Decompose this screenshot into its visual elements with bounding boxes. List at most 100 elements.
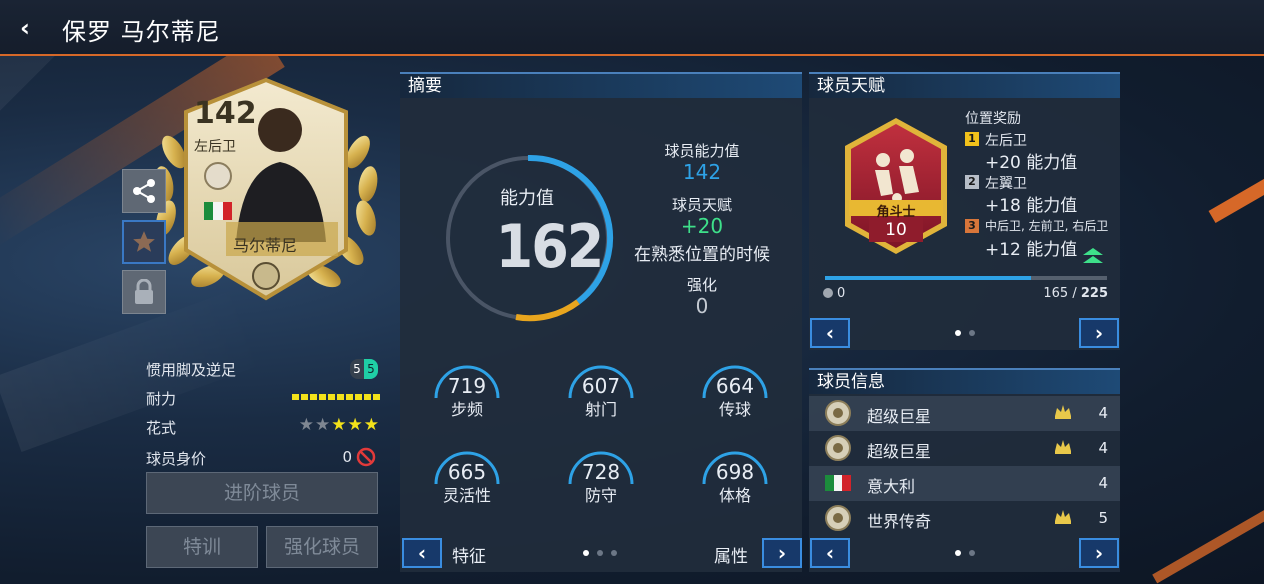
stamina-bar (292, 394, 380, 400)
stat-row-value: 球员身价 0 (146, 446, 380, 470)
info-count: 4 (1098, 474, 1108, 492)
progress-separator: / (1072, 286, 1077, 301)
info-row[interactable]: 世界传奇 5 (809, 501, 1120, 536)
lock-icon (135, 279, 153, 304)
info-row[interactable]: 超级巨星 4 (809, 431, 1120, 466)
info-header: 球员信息 (809, 368, 1120, 394)
info-row[interactable]: 超级巨星 4 (809, 396, 1120, 431)
sub-stat-shooting: 607 射门 (566, 362, 656, 432)
foot-label: 惯用脚及逆足 (146, 361, 237, 379)
stat-name: 防守 (584, 486, 617, 505)
summary-next-button[interactable]: › (762, 538, 802, 568)
share-button[interactable] (122, 169, 166, 213)
skill-label: 花式 (146, 419, 177, 437)
talent-panel: 球员天赋 角斗士 10 位置奖励 1 左后卫 +20 能力值 2 左翼卫 +18… (809, 72, 1120, 350)
bonus-row: 2 左翼卫 +18 能力值 (965, 173, 1125, 217)
star-icon (133, 231, 155, 252)
info-next-button[interactable]: › (1079, 538, 1119, 568)
sub-stat-pace: 719 步频 (432, 362, 522, 432)
bonus-positions: 左后卫 (985, 133, 1027, 149)
stat-name: 步频 (450, 400, 483, 419)
stat-value: 719 (447, 374, 487, 398)
bonus-value: +12 能力值 (985, 240, 1078, 260)
favorite-button[interactable] (122, 220, 166, 264)
talent-progress-bar (825, 276, 1107, 280)
train-button[interactable]: 特训 (146, 526, 258, 568)
info-text: 超级巨星 (867, 407, 932, 426)
bonus-value: +18 能力值 (985, 196, 1078, 216)
italy-flag-icon (204, 202, 232, 220)
talent-note: 在熟悉位置的时候 (634, 245, 770, 265)
bonus-row: 1 左后卫 +20 能力值 (965, 130, 1125, 174)
page-title: 保罗 马尔蒂尼 (62, 18, 221, 46)
progress-left-value: 0 (837, 286, 846, 301)
stat-name: 体格 (718, 486, 751, 505)
bonus-rank: 3 (965, 219, 979, 233)
value-amount: 0 (342, 448, 352, 466)
sub-stat-passing: 664 传球 (700, 362, 790, 432)
info-prev-button[interactable]: ‹ (810, 538, 850, 568)
bonus-positions: 左翼卫 (985, 176, 1027, 192)
advance-player-button[interactable]: 进阶球员 (146, 472, 378, 514)
summary-page-dots (583, 550, 617, 556)
crown-icon (1055, 440, 1071, 454)
potion-icon (823, 288, 833, 298)
lock-button[interactable] (122, 270, 166, 314)
player-info-panel: 球员信息 超级巨星 4 超级巨星 4 意大利 4 世界传奇 5 ‹ › (809, 368, 1120, 572)
summary-footer-right[interactable]: 属性 (714, 542, 748, 567)
chevron-right-icon: › (1094, 321, 1104, 345)
sub-stat-agility: 665 灵活性 (432, 448, 522, 518)
chevron-right-icon: › (777, 541, 787, 565)
bonus-rank: 2 (965, 175, 979, 189)
progress-current: 165 (1043, 286, 1069, 301)
talent-header: 球员天赋 (809, 72, 1120, 98)
stat-value: 664 (715, 374, 755, 398)
chevron-right-icon: › (1094, 541, 1104, 565)
superstar-badge-icon (825, 400, 851, 426)
progress-max: 225 (1080, 286, 1108, 301)
sub-stat-defending: 728 防守 (566, 448, 656, 518)
player-card[interactable]: 142 左后卫 马尔蒂尼 (150, 72, 382, 308)
superstar-badge-icon (825, 435, 851, 461)
bg-decoration (1152, 494, 1264, 584)
summary-header: 摘要 (400, 72, 802, 98)
ability-label: 球员能力值 (664, 142, 740, 160)
enhance-label: 强化 (686, 276, 717, 294)
bonus-positions: 中后卫, 左前卫, 右后卫 (985, 219, 1109, 233)
sub-stat-physical: 698 体格 (700, 448, 790, 518)
info-count: 5 (1098, 509, 1108, 527)
info-text: 超级巨星 (867, 442, 932, 461)
bg-decoration (1208, 150, 1264, 224)
stat-value: 607 (581, 374, 621, 398)
summary-footer-left[interactable]: 特征 (452, 542, 486, 567)
talent-progress-count: 165 / 225 (1043, 286, 1108, 301)
bonus-value: +20 能力值 (985, 153, 1078, 173)
top-bar: ‹ 保罗 马尔蒂尼 (0, 0, 1264, 56)
ovr-label: 能力值 (500, 188, 554, 209)
icon-emblem-icon (252, 262, 280, 290)
bonus-rank: 1 (965, 132, 979, 146)
chevron-left-icon: ‹ (825, 321, 835, 345)
stat-value: 698 (715, 460, 755, 484)
stat-row-skill: 花式 ★★★★★ (146, 415, 380, 439)
share-icon (133, 179, 155, 203)
italy-flag-icon (825, 475, 852, 491)
info-row[interactable]: 意大利 4 (809, 466, 1120, 501)
talent-label: 球员天赋 (671, 196, 732, 214)
talent-points-left: 0 (823, 286, 845, 301)
enhance-player-button[interactable]: 强化球员 (266, 526, 378, 568)
weak-foot-value: 5 (364, 359, 378, 379)
stat-row-foot: 惯用脚及逆足 5 5 (146, 357, 380, 381)
card-player-name: 马尔蒂尼 (232, 236, 297, 255)
talent-prev-button[interactable]: ‹ (810, 318, 850, 348)
stat-name: 灵活性 (442, 486, 491, 505)
foot-badge: 5 5 (350, 359, 378, 379)
crown-icon (1055, 405, 1071, 419)
stat-row-stamina: 耐力 (146, 386, 380, 410)
talent-next-button[interactable]: › (1079, 318, 1119, 348)
summary-prev-button[interactable]: ‹ (402, 538, 442, 568)
not-tradable-icon (356, 447, 376, 467)
strong-foot-value: 5 (350, 359, 364, 379)
crown-icon (1055, 510, 1071, 524)
back-icon[interactable]: ‹ (20, 15, 44, 41)
